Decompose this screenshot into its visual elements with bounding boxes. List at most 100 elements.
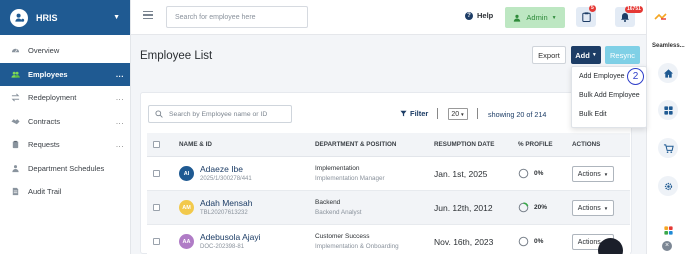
table-row[interactable]: AA Adebusola Ajayi DOC-202398-81 Custome… (147, 225, 630, 254)
row-checkbox[interactable] (153, 170, 160, 177)
profile-progress-ring (518, 236, 529, 247)
profile-percent: 20% (534, 204, 548, 211)
sidebar-item-label: Department Schedules (28, 163, 105, 173)
page-size-select[interactable]: 20 ▼ (448, 108, 468, 120)
search-icon (155, 110, 163, 118)
sidebar-item-label: Requests (28, 140, 60, 150)
users-icon (10, 69, 20, 79)
employee-name-link[interactable]: Adebusola Ajayi (200, 232, 261, 242)
menu-item-bulk-add-employee[interactable]: Bulk Add Employee (579, 92, 640, 99)
help-label: Help (477, 11, 494, 20)
sidebar-item-employees[interactable]: Employees ... (0, 62, 130, 86)
avatar: AM (179, 200, 194, 215)
brand-name: HRIS (36, 12, 58, 23)
row-checkbox[interactable] (153, 238, 160, 245)
brand-switcher[interactable]: HRIS ▼ (0, 0, 130, 35)
sidebar-item-label: Audit Trail (28, 187, 62, 197)
chevron-down-icon: ▼ (113, 14, 120, 21)
menu-item-bulk-edit[interactable]: Bulk Edit (579, 111, 607, 118)
more-icon[interactable]: ... (116, 117, 124, 126)
sidebar-item-audit-trail[interactable]: Audit Trail (0, 180, 130, 204)
more-icon[interactable]: ... (116, 140, 124, 149)
sidebar-item-label: Redeployment (28, 93, 77, 103)
employee-name-link[interactable]: Adah Mensah (200, 198, 252, 208)
role-label: Admin (526, 13, 548, 22)
role-switcher-button[interactable]: Admin ▼ (505, 7, 565, 28)
user-icon (514, 14, 521, 22)
gear-icon (664, 182, 672, 190)
employee-search-input[interactable]: Search for employee here (166, 6, 308, 28)
settings-button[interactable] (658, 176, 678, 196)
page-title: Employee List (140, 50, 213, 62)
sidebar-item-overview[interactable]: Overview (0, 39, 130, 63)
employee-name-link[interactable]: Adaeze Ibe (200, 164, 243, 174)
actions-label: Actions (577, 170, 601, 178)
filter-label: Filter (410, 109, 429, 118)
sidebar-item-redeployment[interactable]: Redeployment ... (0, 86, 130, 110)
employee-id: 2025/1/300278/441 (200, 176, 252, 182)
department: Backend (315, 199, 341, 206)
sidebar-item-department-schedules[interactable]: Department Schedules (0, 157, 130, 181)
sidebar-item-label: Contracts (28, 116, 61, 126)
export-button[interactable]: Export (532, 46, 566, 64)
top-bar: Search for employee here ? Help Admin ▼ … (131, 0, 646, 35)
filter-icon (400, 110, 407, 117)
people-icon (10, 163, 20, 173)
right-rail: Seamless... × (646, 0, 688, 254)
sidebar-nav: Overview Employees ... Redeployment ... … (0, 39, 130, 204)
add-button-label: Add (575, 50, 590, 60)
more-icon[interactable]: ... (116, 70, 124, 79)
help-link[interactable]: ? Help (465, 11, 493, 20)
position: Backend Analyst (315, 209, 362, 216)
department: Implementation (315, 165, 360, 172)
dashboard-icon (10, 46, 20, 56)
filter-button[interactable]: Filter (400, 109, 428, 118)
position: Implementation & Onboarding (315, 243, 399, 250)
more-icon[interactable]: ... (116, 93, 124, 102)
notifications-badge: 16751 (625, 6, 643, 13)
seamless-logo-icon (654, 13, 667, 20)
chevron-down-icon: ▼ (551, 14, 557, 21)
hris-logo-icon (10, 8, 28, 27)
actions-label: Actions (577, 238, 601, 246)
apps-button[interactable] (658, 100, 678, 120)
question-icon: ? (465, 11, 473, 20)
chevron-down-icon: ▼ (603, 205, 609, 211)
table-row[interactable]: AI Adaeze Ibe 2025/1/300278/441 Implemen… (147, 157, 630, 191)
select-all-checkbox[interactable] (153, 141, 160, 148)
profile-progress-ring (518, 168, 529, 179)
bell-icon (621, 13, 629, 22)
resumption-date: Jan. 1st, 2025 (434, 169, 488, 179)
table-row[interactable]: AM Adah Mensah TBL20207613232 Backend Ba… (147, 191, 630, 225)
resumption-date: Jun. 12th, 2012 (434, 203, 493, 213)
profile-progress-ring (518, 202, 529, 213)
close-icon[interactable]: × (662, 241, 672, 251)
add-button[interactable]: Add ▼ (571, 46, 601, 64)
cart-button[interactable] (658, 138, 678, 158)
column-header-actions: ACTIONS (572, 141, 601, 148)
resync-button[interactable]: Resync (605, 46, 640, 64)
home-button[interactable] (658, 63, 678, 83)
column-header-department: DEPARTMENT & POSITION (315, 141, 397, 148)
handshake-icon (10, 116, 20, 126)
row-actions-button[interactable]: Actions▼ (572, 200, 614, 216)
step-marker: 2 (627, 68, 644, 85)
row-checkbox[interactable] (153, 204, 160, 211)
row-actions-button[interactable]: Actions▼ (572, 166, 614, 182)
employee-table-search-input[interactable]: Search by Employee name or ID (148, 105, 292, 123)
swap-icon (10, 93, 20, 103)
page-size-value: 20 (451, 110, 460, 118)
integrations-button[interactable] (658, 220, 678, 240)
menu-icon[interactable] (143, 11, 153, 19)
column-header-name: NAME & ID (179, 141, 212, 148)
column-header-profile: % PROFILE (518, 141, 553, 148)
home-icon (663, 68, 673, 78)
menu-item-add-employee[interactable]: Add Employee (579, 73, 625, 80)
search-placeholder: Search by Employee name or ID (169, 110, 268, 118)
sidebar-item-contracts[interactable]: Contracts ... (0, 110, 130, 134)
chevron-down-icon: ▼ (460, 111, 465, 117)
sidebar-item-requests[interactable]: Requests ... (0, 133, 130, 157)
department: Customer Success (315, 233, 370, 240)
avatar: AI (179, 166, 194, 181)
sidebar: HRIS ▼ Overview Employees ... Redeployme… (0, 0, 131, 254)
